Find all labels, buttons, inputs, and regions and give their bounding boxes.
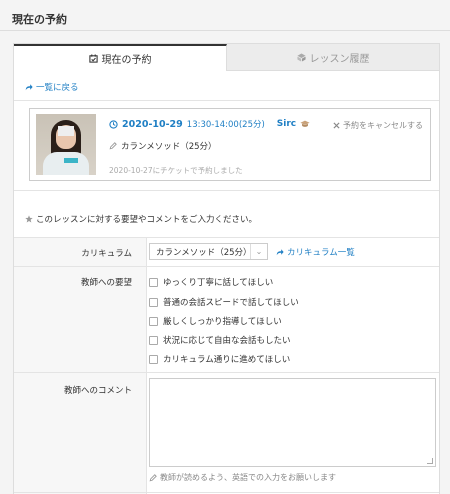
request-option[interactable]: 厳しくしっかり指導してほしい	[149, 315, 282, 327]
divider	[14, 190, 439, 191]
curriculum-label: カリキュラム	[14, 238, 147, 266]
request-checkbox[interactable]	[149, 297, 158, 307]
teacher-name-link[interactable]: Sirc	[277, 119, 296, 129]
lesson-card: 2020-10-29 13:30-14:00(25分) Sirc 予約をキャンセ…	[29, 108, 431, 181]
instruction-text: このレッスンに対する要望やコメントをご入力ください。	[36, 215, 258, 225]
back-to-list-link[interactable]: 一覧に戻る	[25, 81, 79, 93]
resize-grip-icon[interactable]	[427, 458, 433, 464]
cancel-label: 予約をキャンセルする	[343, 121, 423, 130]
tab-bar: 現在の予約 レッスン履歴	[14, 44, 439, 71]
request-option-label: 厳しくしっかり指導してほしい	[163, 317, 282, 327]
curriculum-link-label: カリキュラム一覧	[287, 248, 355, 258]
back-link-label: 一覧に戻る	[36, 83, 79, 93]
cubes-icon	[296, 52, 306, 62]
request-option[interactable]: カリキュラム通りに進めてほしい	[149, 353, 290, 365]
request-option-label: 状況に応じて自由な会話もしたい	[163, 336, 291, 346]
clock-icon	[109, 119, 118, 129]
curriculum-list-link[interactable]: カリキュラム一覧	[276, 246, 355, 258]
share-arrow-icon	[25, 83, 33, 91]
teacher-photo	[36, 114, 96, 175]
lesson-time: 13:30-14:00(25分)	[186, 120, 265, 130]
request-option[interactable]: ゆっくり丁寧に話してほしい	[149, 276, 273, 288]
share-arrow-icon	[276, 248, 284, 256]
divider	[14, 100, 439, 101]
title-divider	[0, 30, 450, 31]
comment-label: 教師へのコメント	[14, 373, 147, 492]
curriculum-row: カリキュラム カランメソッド（25分） ⌄ カリキュラム一覧	[14, 237, 439, 266]
close-icon	[333, 122, 340, 129]
curriculum-select[interactable]: カランメソッド（25分） ⌄	[149, 243, 268, 260]
request-checkbox[interactable]	[149, 335, 158, 345]
lesson-datetime: 2020-10-29 13:30-14:00(25分) Sirc	[109, 118, 310, 130]
lesson-date: 2020-10-29	[122, 118, 183, 130]
booking-note: 2020-10-27にチケットで予約しました	[109, 166, 243, 175]
tab-current-reservation[interactable]: 現在の予約	[14, 44, 227, 71]
request-option-label: ゆっくり丁寧に話してほしい	[163, 278, 274, 288]
request-checkbox[interactable]	[149, 277, 158, 287]
pencil-icon	[109, 142, 117, 150]
reservation-panel: 現在の予約 レッスン履歴 一覧に戻る 2020-10-29 13:30-14:0…	[13, 43, 440, 494]
request-checkbox[interactable]	[149, 316, 158, 326]
tab-lesson-history[interactable]: レッスン履歴	[227, 44, 439, 71]
requests-row: 教師への要望 ゆっくり丁寧に話してほしい 普通の会話スピードで話してほしい 厳し…	[14, 266, 439, 372]
request-option-label: 普通の会話スピードで話してほしい	[163, 298, 299, 308]
lesson-course: カランメソッド（25分）	[109, 140, 217, 152]
page-title: 現在の予約	[12, 13, 67, 26]
calendar-check-icon	[88, 54, 98, 63]
curriculum-selected-value: カランメソッド（25分）	[156, 247, 252, 258]
course-name: カランメソッド（25分）	[121, 142, 217, 152]
comment-hint: 教師が読めるよう、英語での入力をお願いします	[149, 472, 336, 483]
comment-instruction: このレッスンに対する要望やコメントをご入力ください。	[25, 213, 257, 225]
request-checkbox[interactable]	[149, 354, 158, 364]
chevron-down-icon: ⌄	[250, 244, 267, 259]
star-icon	[25, 215, 33, 223]
tab-label: レッスン履歴	[309, 53, 370, 65]
comment-row: 教師へのコメント 教師が読めるよう、英語での入力をお願いします	[14, 372, 439, 492]
request-option-label: カリキュラム通りに進めてほしい	[163, 355, 291, 365]
cancel-reservation-button[interactable]: 予約をキャンセルする	[333, 120, 423, 131]
pencil-icon	[149, 473, 157, 482]
hint-text: 教師が読めるよう、英語での入力をお願いします	[160, 473, 336, 482]
request-option[interactable]: 普通の会話スピードで話してほしい	[149, 296, 299, 308]
requests-label: 教師への要望	[14, 267, 147, 372]
graduation-cap-icon	[300, 120, 310, 128]
tab-label: 現在の予約	[101, 55, 152, 66]
request-option[interactable]: 状況に応じて自由な会話もしたい	[149, 334, 291, 346]
comment-textarea[interactable]	[149, 378, 436, 467]
